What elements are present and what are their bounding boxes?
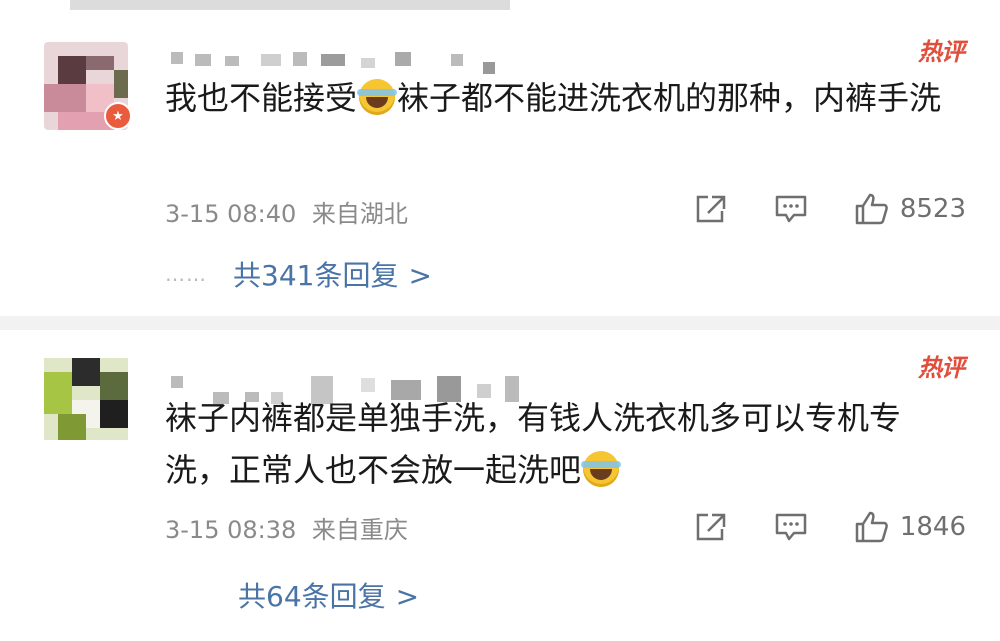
share-icon bbox=[696, 195, 726, 223]
verified-badge-icon: ★ bbox=[104, 102, 132, 130]
location: 来自重庆 bbox=[311, 516, 408, 544]
share-button[interactable] bbox=[694, 511, 728, 543]
replies-count: 共64条回复 bbox=[238, 580, 386, 613]
view-replies-link[interactable]: 共341条回复 > bbox=[233, 254, 432, 294]
like-icon bbox=[855, 511, 888, 543]
like-button[interactable]: 8523 bbox=[854, 192, 966, 226]
replies-row: …… 共341条回复 > bbox=[165, 254, 432, 294]
comment-icon bbox=[775, 195, 807, 223]
view-replies-link[interactable]: 共64条回复 > bbox=[238, 575, 419, 615]
timestamp: 3-15 08:40 bbox=[165, 200, 297, 228]
replies-dots: …… bbox=[165, 262, 207, 286]
like-button[interactable]: 1846 bbox=[854, 510, 966, 544]
comment-text-part: 我也不能接受 bbox=[165, 79, 358, 117]
like-count: 1846 bbox=[899, 512, 966, 542]
location: 来自湖北 bbox=[311, 200, 408, 228]
comment-meta: 3-15 08:40 来自湖北 bbox=[165, 194, 408, 229]
comment-text-part: 袜子都不能进洗衣机的那种，内裤手洗 bbox=[397, 79, 942, 117]
timestamp: 3-15 08:38 bbox=[165, 516, 297, 544]
comment-card: 热评 袜子内裤都是单独手洗，有钱人洗衣机多可以专机专洗，正常人也不会放一起洗吧 … bbox=[0, 330, 1000, 641]
laughing-tears-icon bbox=[581, 451, 622, 487]
chevron-right-icon: > bbox=[408, 259, 432, 292]
comment-button[interactable] bbox=[774, 193, 808, 225]
chevron-right-icon: > bbox=[395, 580, 420, 613]
comment-meta: 3-15 08:38 来自重庆 bbox=[165, 510, 408, 545]
hot-comment-badge: 热评 bbox=[918, 38, 965, 66]
share-button[interactable] bbox=[694, 193, 728, 225]
replies-row: 共64条回复 > bbox=[238, 575, 419, 615]
comment-text-part: 袜子内裤都是单独手洗，有钱人洗衣机多可以专机专洗，正常人也不会放一起洗吧 bbox=[165, 399, 902, 489]
laughing-tears-icon bbox=[357, 79, 398, 115]
comment-icon bbox=[775, 513, 807, 541]
comment-card: ★ 热评 我也不能接受 袜子都不能进洗衣机的那种，内裤手洗 3-15 08:40 … bbox=[0, 14, 1000, 316]
comment-actions: 8523 bbox=[648, 192, 966, 226]
comment-button[interactable] bbox=[774, 511, 808, 543]
comment-text: 袜子内裤都是单独手洗，有钱人洗衣机多可以专机专洗，正常人也不会放一起洗吧 bbox=[165, 392, 955, 496]
replies-count: 共341条回复 bbox=[233, 259, 399, 292]
comment-text: 我也不能接受 袜子都不能进洗衣机的那种，内裤手洗 bbox=[165, 72, 955, 124]
comment-divider bbox=[0, 316, 1000, 330]
avatar[interactable] bbox=[36, 344, 136, 444]
like-count: 8523 bbox=[899, 194, 966, 224]
share-icon bbox=[696, 513, 726, 541]
hot-comment-badge: 热评 bbox=[918, 354, 965, 382]
like-icon bbox=[855, 193, 888, 225]
comment-actions: 1846 bbox=[648, 510, 966, 544]
top-edge bbox=[0, 0, 1000, 14]
